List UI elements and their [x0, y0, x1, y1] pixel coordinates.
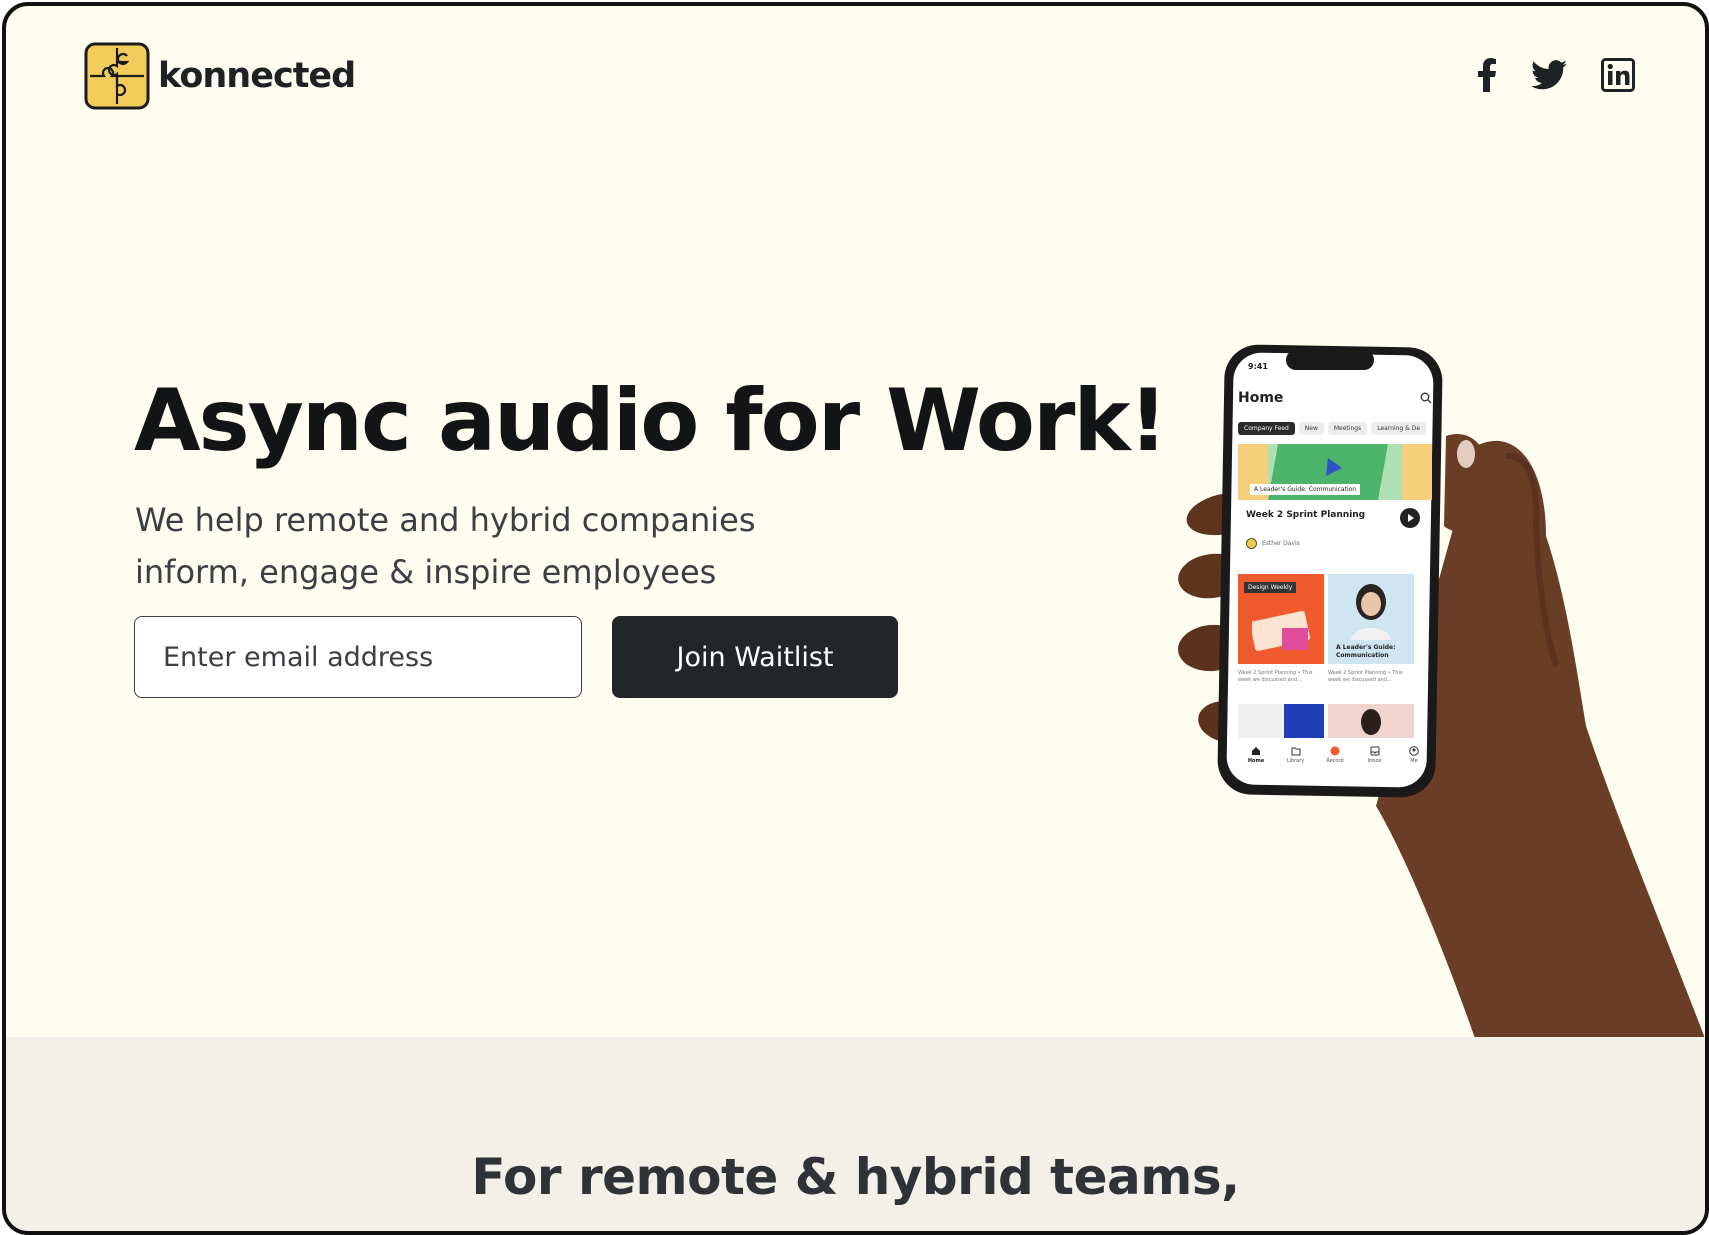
nav-me[interactable]: Me	[1396, 746, 1432, 764]
nav-record[interactable]: Record	[1317, 746, 1353, 764]
phone-tiles-row-2	[1238, 704, 1414, 738]
phone-tile-design-weekly[interactable]: Design Weekly	[1238, 574, 1324, 664]
author-avatar	[1246, 538, 1257, 549]
chip-company-feed[interactable]: Company Feed	[1238, 422, 1295, 435]
tile-description: Week 2 Sprint Planning • This week we di…	[1238, 670, 1313, 683]
brand-logo[interactable]: konnected	[84, 42, 356, 110]
record-icon	[1330, 746, 1340, 756]
hero-subtitle-line1: We help remote and hybrid companies	[135, 501, 756, 539]
inbox-icon	[1370, 746, 1379, 756]
page-frame: konnected Async audio for Work! We help …	[2, 2, 1709, 1235]
facebook-icon[interactable]	[1477, 58, 1497, 92]
tile-label: A Leader's Guide: Communication	[1336, 644, 1396, 659]
phone-filter-chips: Company Feed New Meetings Learning & De	[1238, 422, 1432, 435]
nav-label: Me	[1410, 758, 1418, 764]
person-photo	[1351, 584, 1391, 640]
nav-label: Home	[1247, 758, 1265, 764]
folder-icon	[1291, 747, 1300, 756]
banner-label: A Leader's Guide: Communication	[1250, 484, 1361, 495]
phone-screen: 9:41 Home Company Feed New Meetings Lear…	[1238, 358, 1434, 778]
tile-label: Design Weekly	[1244, 582, 1297, 593]
brand-name: konnected	[158, 56, 356, 96]
phone-card-author: Esther Davis	[1262, 540, 1300, 547]
nav-label: Library	[1286, 758, 1305, 764]
phone-time: 9:41	[1248, 362, 1268, 371]
hero-subtitle-line2: inform, engage & inspire employees	[135, 553, 717, 591]
linkedin-icon[interactable]	[1601, 58, 1635, 92]
profile-icon	[1409, 746, 1419, 756]
phone-tile-leaders-guide[interactable]: A Leader's Guide: Communication	[1328, 574, 1414, 664]
phone-card-title: Week 2 Sprint Planning	[1246, 510, 1366, 520]
nav-label: Record	[1326, 758, 1344, 764]
nav-label: Inbox	[1367, 758, 1382, 764]
home-icon	[1252, 747, 1260, 755]
social-links	[1477, 58, 1635, 92]
nav-library[interactable]: Library	[1278, 746, 1314, 764]
chip-learning[interactable]: Learning & De	[1371, 422, 1427, 435]
chip-new[interactable]: New	[1298, 422, 1324, 435]
phone-screen-title: Home	[1238, 390, 1284, 406]
join-waitlist-button[interactable]: Join Waitlist	[612, 616, 898, 698]
phone-feature-banner[interactable]: A Leader's Guide: Communication	[1238, 444, 1432, 500]
search-icon	[1420, 392, 1432, 404]
hero-title: Async audio for Work!	[134, 371, 1168, 471]
phone-bottom-nav: Home Library Record Inbox Me	[1238, 746, 1432, 764]
play-button-icon[interactable]	[1400, 508, 1420, 528]
puzzle-logo-icon	[84, 42, 150, 110]
features-heading: For remote & hybrid teams,	[471, 1148, 1240, 1206]
email-input[interactable]	[134, 616, 582, 698]
hero-subtitle: We help remote and hybrid companies info…	[135, 494, 835, 598]
tile-artwork	[1252, 611, 1310, 651]
chip-meetings[interactable]: Meetings	[1327, 422, 1368, 435]
nav-home[interactable]: Home	[1238, 746, 1274, 764]
nav-inbox[interactable]: Inbox	[1357, 746, 1393, 764]
twitter-icon[interactable]	[1531, 60, 1567, 90]
tile-description: Week 2 Sprint Planning • This week we di…	[1328, 670, 1403, 683]
